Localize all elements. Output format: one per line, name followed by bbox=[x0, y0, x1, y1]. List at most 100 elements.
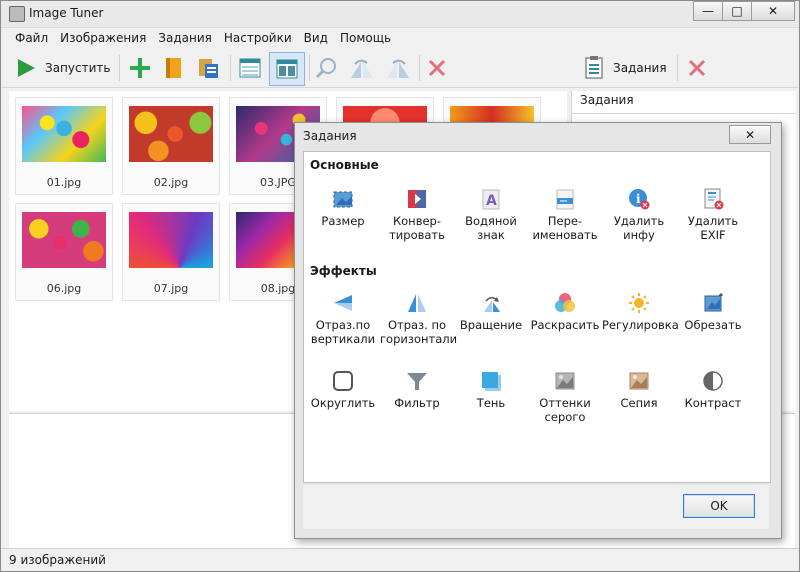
title-bar: Image Tuner — □ ✕ bbox=[1, 1, 799, 28]
thumbnail-view-icon bbox=[276, 59, 298, 79]
list-view-button[interactable] bbox=[238, 54, 262, 82]
tasks-button[interactable]: Задания bbox=[583, 54, 667, 82]
thumbnail-06[interactable]: 06.jpg bbox=[15, 203, 113, 301]
tool-label-2: серого bbox=[544, 410, 586, 424]
tool-flip-vertical[interactable]: Отраз.по вертикали bbox=[306, 292, 380, 346]
add-images-button[interactable] bbox=[128, 54, 152, 82]
status-text: 9 изображений bbox=[9, 553, 106, 567]
close-button[interactable]: ✕ bbox=[751, 1, 795, 21]
tasks-dialog: Задания ✕ Основные Размер Конвер-тироват… bbox=[294, 122, 782, 539]
toolbar-separator bbox=[230, 55, 231, 81]
tool-flip-horizontal[interactable]: Отраз. по горизонтали bbox=[380, 292, 457, 346]
menu-file[interactable]: Файл bbox=[9, 28, 54, 48]
run-button[interactable]: Запустить bbox=[15, 54, 110, 82]
thumbnail-image bbox=[129, 212, 213, 268]
convert-icon bbox=[406, 188, 428, 210]
remove-button[interactable] bbox=[427, 54, 447, 82]
tool-label: Отраз.по bbox=[315, 318, 371, 332]
rotate-left-button[interactable] bbox=[349, 54, 375, 82]
tool-label: Удалить bbox=[687, 214, 739, 228]
sun-icon bbox=[628, 292, 650, 314]
section-effects: Эффекты bbox=[310, 264, 377, 278]
tool-label: Обрезать bbox=[684, 318, 742, 332]
maximize-button[interactable]: □ bbox=[722, 1, 752, 21]
task-list-icon bbox=[585, 56, 603, 79]
toolbar: Запустить Задания bbox=[1, 49, 799, 88]
svg-text:A: A bbox=[486, 193, 497, 209]
clipboard-icon bbox=[199, 59, 218, 78]
shadow-icon bbox=[480, 370, 502, 392]
flip-vertical-icon bbox=[332, 292, 354, 314]
tool-watermark[interactable]: A Водяной знак bbox=[454, 188, 528, 242]
rounded-square-icon bbox=[332, 370, 354, 392]
tool-rename[interactable]: Пере-именовать bbox=[528, 188, 602, 242]
tool-label-2: именовать bbox=[532, 228, 598, 242]
tool-rotate[interactable]: Вращение bbox=[454, 292, 528, 332]
exif-remove-icon bbox=[702, 188, 724, 210]
play-icon bbox=[18, 59, 35, 77]
tool-label-2: EXIF bbox=[700, 228, 726, 242]
minimize-button[interactable]: — bbox=[693, 1, 723, 21]
sepia-icon bbox=[628, 370, 650, 392]
toolbar-separator bbox=[419, 55, 420, 81]
tool-label: Вращение bbox=[459, 318, 523, 332]
menu-help[interactable]: Помощь bbox=[334, 28, 397, 48]
rotate-right-button[interactable] bbox=[385, 54, 411, 82]
menu-images[interactable]: Изображения bbox=[54, 28, 152, 48]
thumbnail-image bbox=[22, 212, 106, 268]
plus-icon bbox=[130, 58, 150, 78]
paste-button[interactable] bbox=[196, 54, 220, 82]
rotate-left-icon bbox=[351, 59, 373, 78]
tool-label: Удалить bbox=[613, 214, 665, 228]
thumbnail-01[interactable]: 01.jpg bbox=[15, 97, 113, 195]
thumbnail-view-button[interactable] bbox=[269, 52, 305, 86]
tool-grayscale[interactable]: Оттенки серого bbox=[528, 370, 602, 424]
run-label: Запустить bbox=[45, 61, 111, 75]
app-icon bbox=[9, 6, 25, 22]
tool-shadow[interactable]: Тень bbox=[454, 370, 528, 410]
menu-tasks[interactable]: Задания bbox=[152, 28, 218, 48]
resize-icon bbox=[332, 188, 354, 210]
rotate-right-icon bbox=[387, 59, 409, 78]
section-basic: Основные bbox=[310, 158, 379, 172]
delete-x-icon bbox=[428, 59, 446, 77]
tool-sepia[interactable]: Сепия bbox=[602, 370, 676, 410]
tool-contrast[interactable]: Контраст bbox=[676, 370, 750, 410]
tool-remove-info[interactable]: i Удалить инфу bbox=[602, 188, 676, 242]
clear-tasks-button[interactable] bbox=[687, 54, 707, 82]
grayscale-icon bbox=[554, 370, 576, 392]
tool-resize[interactable]: Размер bbox=[306, 188, 380, 228]
tool-label-2: знак bbox=[477, 228, 505, 242]
thumbnail-caption: 02.jpg bbox=[153, 176, 189, 189]
tool-label: Контраст bbox=[684, 396, 742, 410]
dialog-footer: OK bbox=[303, 485, 769, 529]
tool-convert[interactable]: Конвер-тировать bbox=[380, 188, 454, 242]
tool-colorize[interactable]: Раскрасить bbox=[528, 292, 602, 332]
menu-view[interactable]: Вид bbox=[298, 28, 334, 48]
thumbnail-caption: 07.jpg bbox=[153, 282, 189, 295]
rename-icon bbox=[554, 188, 576, 210]
list-view-icon bbox=[239, 58, 261, 78]
menu-settings[interactable]: Настройки bbox=[218, 28, 298, 48]
tool-remove-exif[interactable]: Удалить EXIF bbox=[676, 188, 750, 242]
toolbar-separator bbox=[119, 55, 120, 81]
tool-round[interactable]: Округлить bbox=[306, 370, 380, 410]
tool-adjust[interactable]: Регулировка bbox=[602, 292, 679, 332]
tool-label: Округлить bbox=[310, 396, 376, 410]
toolbar-separator bbox=[677, 55, 678, 81]
tool-label: Раскрасить bbox=[530, 318, 600, 332]
tool-label: Конвер- bbox=[392, 214, 442, 228]
tool-crop[interactable]: Обрезать bbox=[676, 292, 750, 332]
zoom-button[interactable] bbox=[315, 54, 339, 82]
thumbnail-02[interactable]: 02.jpg bbox=[122, 97, 220, 195]
tool-filter[interactable]: Фильтр bbox=[380, 370, 454, 410]
tool-label-2: вертикали bbox=[310, 332, 376, 346]
dialog-close-button[interactable]: ✕ bbox=[729, 125, 771, 144]
add-folder-button[interactable] bbox=[162, 54, 184, 82]
ok-button[interactable]: OK bbox=[683, 494, 755, 518]
thumbnail-07[interactable]: 07.jpg bbox=[122, 203, 220, 301]
info-remove-icon: i bbox=[628, 188, 650, 210]
tool-label: Пере- bbox=[547, 214, 583, 228]
tool-label: Сепия bbox=[620, 396, 658, 410]
tasks-panel-header: Задания bbox=[572, 91, 796, 114]
